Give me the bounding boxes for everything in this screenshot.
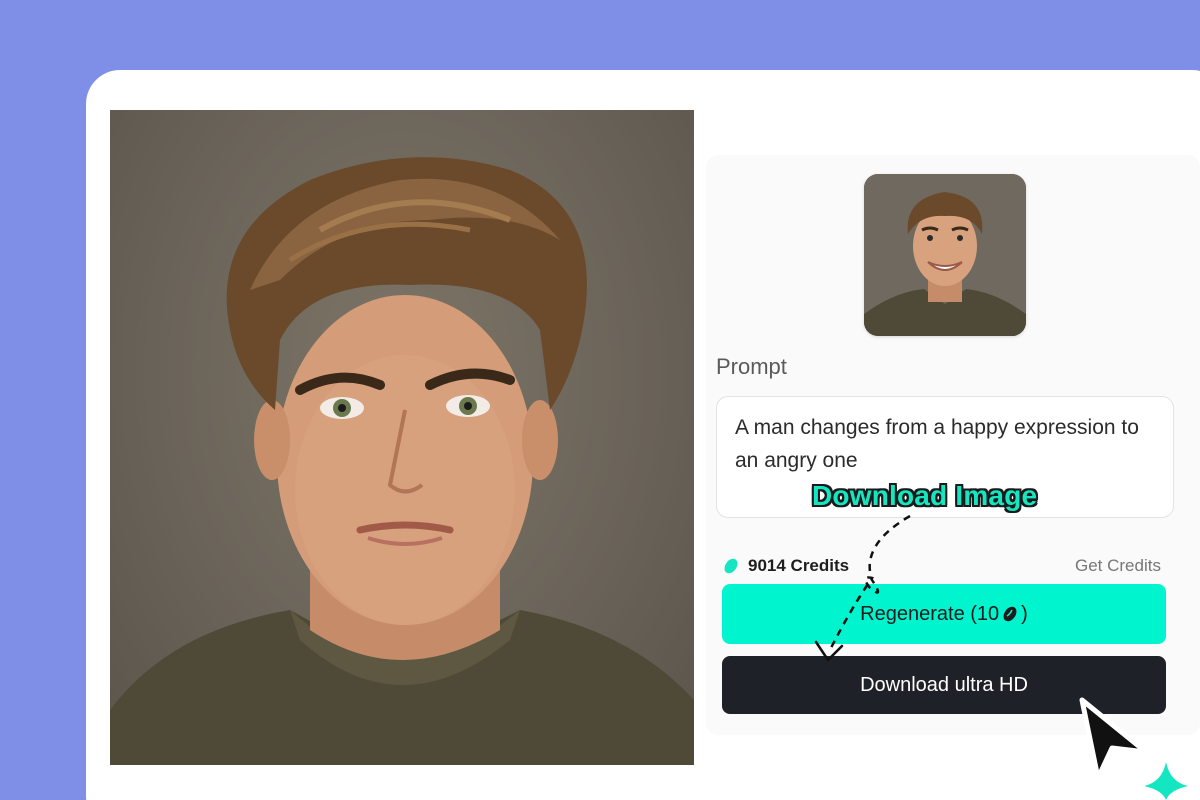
download-label: Download ultra HD xyxy=(860,673,1028,696)
regenerate-button[interactable]: Regenerate (10 ) xyxy=(722,584,1166,644)
regenerate-label: Regenerate (10 xyxy=(860,602,1000,625)
regenerate-suffix: ) xyxy=(1021,602,1028,625)
generated-image[interactable] xyxy=(110,110,694,765)
bean-icon xyxy=(724,558,738,574)
bean-icon xyxy=(1003,606,1017,622)
download-image-annotation: Download Image xyxy=(812,480,1038,511)
credits-amount: 9014 Credits xyxy=(748,556,850,575)
download-ultra-hd-button[interactable]: Download ultra HD xyxy=(722,656,1166,714)
get-credits-link[interactable]: Get Credits xyxy=(1075,556,1161,576)
prompt-label: Prompt xyxy=(716,354,787,379)
credits-display: 9014 Credits xyxy=(722,556,849,576)
source-thumbnail[interactable] xyxy=(864,174,1026,336)
